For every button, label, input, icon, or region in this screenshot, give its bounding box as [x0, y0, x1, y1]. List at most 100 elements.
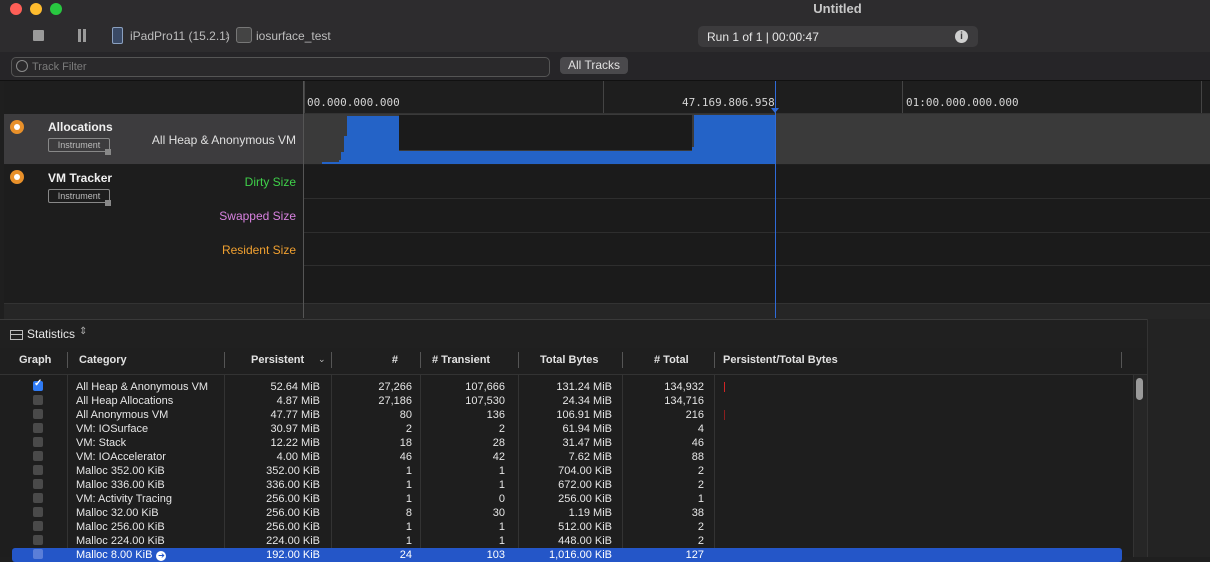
lane-label-swapped: Swapped Size [219, 209, 296, 223]
table-row[interactable]: Malloc 256.00 KiB 256.00 KiB 1 1 512.00 … [0, 520, 1147, 534]
cell-persistent: 256.00 KiB [266, 493, 320, 505]
graph-checkbox[interactable] [33, 507, 43, 517]
column-header-persistent-total[interactable]: Persistent/Total Bytes [723, 354, 838, 366]
table-row[interactable]: VM: IOAccelerator 4.00 MiB 46 42 7.62 Mi… [0, 450, 1147, 464]
graph-checkbox[interactable] [33, 451, 43, 461]
cell-count: 1 [405, 521, 412, 533]
column-header-count[interactable]: # [340, 354, 398, 366]
graph-checkbox[interactable] [33, 479, 43, 489]
timeline-ruler[interactable]: 00.000.000.000 47.169.806.958 01:00.000.… [304, 81, 1210, 114]
table-row[interactable]: Malloc 352.00 KiB 352.00 KiB 1 1 704.00 … [0, 464, 1147, 478]
cell-category: VM: Activity Tracing [76, 493, 172, 505]
table-row[interactable]: Malloc 32.00 KiB 256.00 KiB 8 30 1.19 Mi… [0, 506, 1147, 520]
app-target-icon [236, 27, 252, 43]
cell-category: Malloc 256.00 KiB [76, 521, 165, 533]
cell-category: VM: Stack [76, 437, 127, 449]
graph-checkbox[interactable] [33, 521, 43, 531]
track-filter-input[interactable] [32, 59, 532, 74]
cell-persistent: 192.00 KiB [266, 549, 320, 561]
lane-label-resident: Resident Size [221, 243, 296, 257]
lane-divider [304, 232, 1210, 233]
table-row[interactable]: VM: Stack 12.22 MiB 18 28 31.47 MiB 46 [0, 436, 1147, 450]
instrument-badge[interactable]: Instrument [48, 138, 110, 152]
cell-persistent: 224.00 KiB [266, 535, 320, 547]
cell-category: All Anonymous VM [76, 409, 169, 421]
cell-category: VM: IOSurface [76, 423, 149, 435]
target-selector[interactable]: iosurface_test [256, 29, 331, 43]
column-header-total-bytes[interactable]: Total Bytes [540, 354, 598, 366]
column-header-graph[interactable]: Graph [19, 354, 51, 366]
table-row[interactable]: VM: Activity Tracing 256.00 KiB 1 0 256.… [0, 492, 1147, 506]
detail-view-selector[interactable]: Statistics [27, 327, 75, 341]
table-row[interactable]: All Heap Allocations 4.87 MiB 27,186 107… [0, 394, 1147, 408]
column-header-total[interactable]: # Total [654, 354, 689, 366]
persistent-total-bar [724, 410, 725, 420]
graph-checkbox[interactable] [33, 378, 43, 391]
cell-total-bytes: 106.91 MiB [556, 409, 612, 421]
graph-checkbox[interactable] [33, 423, 43, 433]
cell-transient: 1 [498, 479, 505, 491]
graph-checkbox[interactable] [33, 535, 43, 545]
updown-chevron-icon[interactable]: ⇕ [79, 326, 87, 337]
cell-total-bytes: 256.00 KiB [558, 493, 612, 505]
column-header-category[interactable]: Category [79, 354, 127, 366]
table-row[interactable]: All Heap & Anonymous VM 52.64 MiB 27,266… [0, 378, 1147, 394]
run-status-box[interactable]: Run 1 of 1 | 00:00:47 i [698, 26, 978, 47]
graph-checkbox[interactable] [33, 437, 43, 447]
all-tracks-button[interactable]: All Tracks [560, 57, 628, 74]
cell-total: 88 [691, 451, 704, 463]
cell-count: 8 [405, 507, 412, 519]
playhead-line[interactable] [775, 81, 776, 318]
column-header-persistent[interactable]: Persistent [251, 354, 304, 366]
lane-divider [304, 265, 1210, 266]
vm-tracker-instrument-icon [10, 170, 24, 184]
cell-persistent: 12.22 MiB [270, 437, 320, 449]
track-divider[interactable] [303, 81, 304, 318]
graph-checkbox[interactable] [33, 409, 43, 419]
allocations-graph[interactable] [304, 114, 1210, 164]
cell-transient: 30 [492, 507, 505, 519]
cell-category: Malloc 336.00 KiB [76, 479, 165, 491]
info-icon[interactable]: i [955, 30, 968, 43]
statistics-table-header: Graph Category Persistent ⌄ # # Transien… [0, 348, 1147, 375]
track-filter-field[interactable] [11, 57, 550, 77]
cell-category: All Heap & Anonymous VM [76, 381, 209, 393]
table-row-selected[interactable]: Malloc 8.00 KiB ➔ 192.00 KiB 24 103 1,016… [12, 548, 1122, 562]
vm-tracker-lanes[interactable] [304, 165, 1210, 303]
table-icon [10, 330, 23, 340]
cell-category: Malloc 32.00 KiB [76, 507, 159, 519]
graph-checkbox[interactable] [33, 493, 43, 503]
sort-descending-icon[interactable]: ⌄ [318, 354, 326, 365]
table-row[interactable]: All Anonymous VM 47.77 MiB 80 136 106.91… [0, 408, 1147, 422]
pause-recording-button[interactable] [76, 29, 88, 42]
table-row[interactable]: VM: IOSurface 30.97 MiB 2 2 61.94 MiB 4 [0, 422, 1147, 436]
cell-count: 1 [405, 479, 412, 491]
cell-total-bytes: 7.62 MiB [568, 451, 612, 463]
graph-checkbox[interactable] [33, 395, 43, 405]
lane-label-dirty: Dirty Size [244, 175, 296, 189]
track-title: Allocations [48, 120, 113, 134]
table-row[interactable]: Malloc 336.00 KiB 336.00 KiB 1 1 672.00 … [0, 478, 1147, 492]
cell-total-bytes: 1.19 MiB [568, 507, 612, 519]
cell-count: 24 [399, 549, 412, 561]
cell-count: 2 [405, 423, 412, 435]
instrument-badge[interactable]: Instrument [48, 189, 110, 203]
cell-total: 1 [697, 493, 704, 505]
cell-total-bytes: 24.34 MiB [562, 395, 612, 407]
cell-persistent: 256.00 KiB [266, 521, 320, 533]
stop-recording-button[interactable] [33, 30, 44, 41]
ruler-tick-label: 00.000.000.000 [307, 96, 400, 109]
column-header-transient[interactable]: # Transient [432, 354, 490, 366]
graph-checkbox[interactable] [33, 465, 43, 475]
chevron-right-icon: › [225, 27, 230, 43]
playhead-marker-icon[interactable] [771, 108, 779, 113]
go-forward-arrow-icon[interactable]: ➔ [156, 551, 167, 561]
cell-total: 2 [697, 479, 704, 491]
table-row[interactable]: Malloc 224.00 KiB 224.00 KiB 1 1 448.00 … [0, 534, 1147, 548]
cell-transient: 1 [498, 521, 505, 533]
cell-total-bytes: 512.00 KiB [558, 521, 612, 533]
timeline-scroll-strip[interactable] [4, 303, 1210, 319]
device-selector[interactable]: iPadPro11 (15.2.1) [130, 29, 230, 43]
graph-checkbox[interactable] [33, 549, 43, 559]
ipad-device-icon [112, 27, 123, 44]
